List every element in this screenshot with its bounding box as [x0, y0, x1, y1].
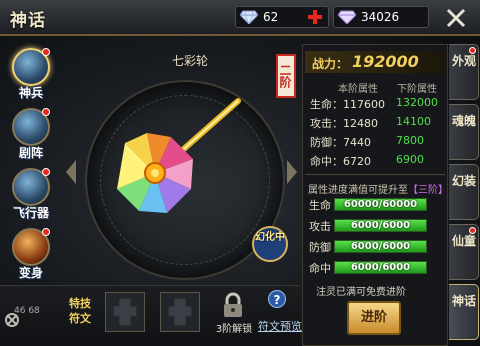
stat-next: 7800 [396, 134, 424, 147]
power-label: 战力： [312, 57, 349, 71]
stat-next: 6900 [396, 153, 424, 166]
weapon-name: 七彩轮 [171, 54, 208, 68]
progress-title-text: 属性进度满值可提升至 [308, 185, 408, 196]
tab-fairy-child[interactable]: 仙童 [449, 224, 479, 280]
nav-label: 神兵 [18, 86, 43, 100]
top-bar: 神话 62 34026 [0, 0, 480, 36]
gem-icon [338, 10, 356, 24]
diamond-count: 62 [263, 10, 279, 24]
tab-soul[interactable]: 魂魄 [449, 104, 479, 160]
nav-item-divine-weapon[interactable]: 神兵 [6, 46, 56, 104]
rune-silhouette-icon [113, 298, 137, 326]
seven-color-wheel-weapon [117, 98, 241, 213]
progress-label: 攻击 [309, 220, 331, 233]
transform-label: 幻化中 [255, 232, 285, 243]
rune-slot[interactable] [105, 292, 145, 332]
lock-icon [224, 292, 242, 317]
progress-label: 防御 [309, 241, 331, 254]
next-tier-header: 下阶属性 [397, 84, 437, 95]
rune-silhouette-icon [168, 298, 192, 326]
advance-button[interactable]: 进阶 [347, 301, 401, 335]
tab-appearance[interactable]: 外观 [449, 44, 479, 100]
gem-counter: 34026 [333, 6, 429, 28]
notification-dot [469, 47, 476, 54]
tab-mythology[interactable]: 神话 [449, 284, 479, 340]
tier-seal: 二阶 [276, 54, 296, 98]
notification-dot [42, 168, 50, 176]
tab-label: 幻装 [451, 174, 476, 188]
free-advance-note: 注灵已满可免费进阶 [316, 287, 406, 298]
progress-row: 命中 6000/6000 [309, 260, 449, 275]
close-icon[interactable] [442, 4, 470, 32]
unlock-tier-label: 3阶解锁 [215, 324, 253, 335]
rune-preview-link[interactable]: 符文预览 [258, 318, 302, 334]
stat-row: 防御：7440 7800 [310, 134, 450, 150]
progress-bar: 6000/6000 [334, 240, 427, 253]
window-title: 神话 [10, 11, 46, 31]
nav-label: 变身 [18, 266, 43, 280]
stat-current: 攻击：12480 [310, 117, 378, 130]
progress-bar: 6000/6000 [334, 261, 427, 274]
progress-label: 生命 [309, 199, 331, 212]
progress-text: 6000/6000 [350, 241, 411, 252]
stat-row: 生命：117600 132000 [310, 96, 450, 112]
recharge-plus-icon[interactable] [307, 9, 323, 25]
divider [305, 174, 445, 175]
notification-dot [42, 108, 50, 116]
help-button[interactable]: ? [268, 290, 286, 308]
tab-label: 魂魄 [451, 114, 476, 128]
stat-current: 生命：117600 [310, 98, 385, 111]
progress-title: 属性进度满值可提升至【三阶】 [308, 181, 448, 196]
stat-row: 攻击：12480 14100 [310, 115, 450, 131]
progress-bar: 6000/6000 [334, 219, 427, 232]
prev-arrow-icon[interactable] [66, 160, 76, 184]
notification-dot [42, 228, 50, 236]
notification-dot [42, 48, 50, 56]
mythology-screen: 神话 62 34026 神兵 剧阵 飞行器 变身 七彩轮 二阶 幻化中 46 6… [0, 0, 480, 346]
power-value: 192000 [352, 52, 419, 71]
tab-label: 神话 [451, 294, 476, 308]
stat-next: 132000 [396, 96, 438, 109]
nav-item-transform[interactable]: 变身 [6, 226, 56, 284]
nav-label: 飞行器 [12, 206, 49, 220]
current-tier-header: 本阶属性 [338, 84, 378, 95]
skill-rune-label: 特技符文 [69, 297, 91, 325]
rune-slot[interactable] [160, 292, 200, 332]
progress-text: 6000/6000 [350, 220, 411, 231]
progress-title-tier: 【三阶】 [408, 185, 448, 196]
stat-next: 14100 [396, 115, 431, 128]
stat-row: 命中：6720 6900 [310, 153, 450, 169]
progress-text: 6000/6000 [350, 262, 411, 273]
progress-bar: 60000/60000 [334, 198, 427, 211]
notification-dot [469, 227, 476, 234]
stat-current: 命中：6720 [310, 155, 371, 168]
nav-item-aircraft[interactable]: 飞行器 [6, 166, 56, 224]
diamond-icon [240, 10, 258, 24]
progress-row: 攻击 6000/6000 [309, 218, 449, 233]
bottom-bar [0, 285, 300, 346]
corner-numbers: 46 68 [14, 306, 40, 316]
progress-row: 生命 60000/60000 [309, 197, 449, 212]
stat-current: 防御：7440 [310, 136, 371, 149]
tab-label: 外观 [451, 54, 476, 68]
nav-label: 剧阵 [18, 146, 43, 160]
progress-label: 命中 [309, 262, 331, 275]
gem-count: 34026 [361, 10, 400, 24]
next-arrow-icon[interactable] [287, 160, 297, 184]
progress-row: 防御 6000/6000 [309, 239, 449, 254]
tab-label: 仙童 [451, 234, 476, 248]
tab-illusion-gear[interactable]: 幻装 [449, 164, 479, 220]
progress-text: 60000/60000 [343, 199, 418, 210]
nav-item-formation[interactable]: 剧阵 [6, 106, 56, 164]
